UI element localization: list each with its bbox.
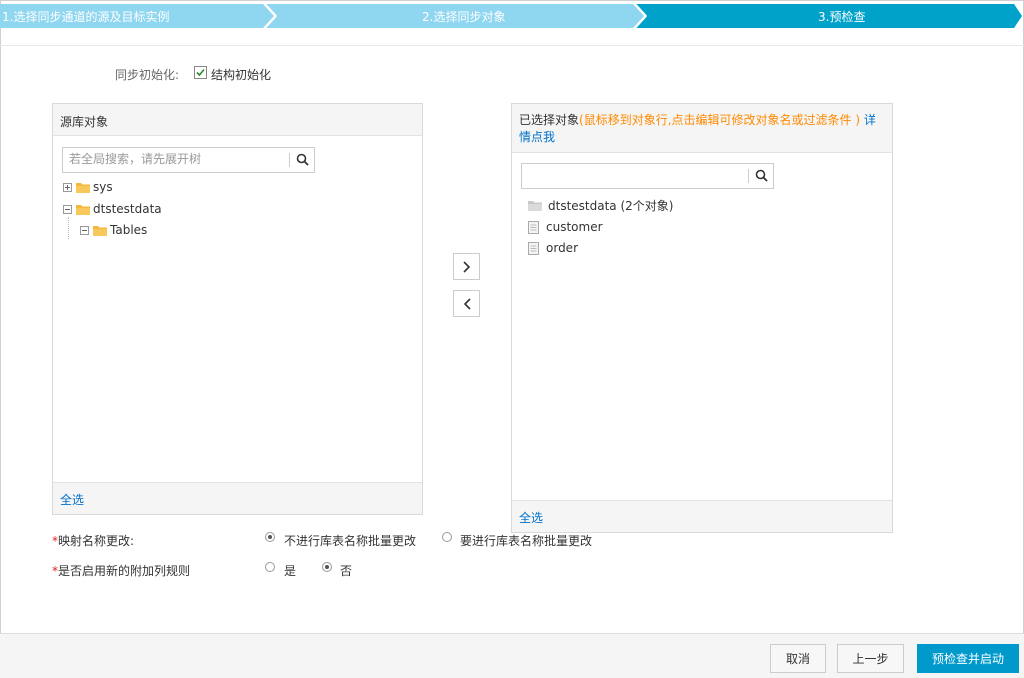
selected-item-customer[interactable]: customer <box>528 219 603 235</box>
move-left-button[interactable] <box>453 290 480 317</box>
selected-objects-panel: 已选择对象(鼠标移到对象行,点击编辑可修改对象名或过滤条件 ) 详情点我 dts… <box>511 103 893 533</box>
tree-node-label: sys <box>93 180 113 194</box>
selected-item-order[interactable]: order <box>528 240 578 256</box>
source-panel-header: 源库对象 <box>53 104 422 136</box>
selected-item-label: order <box>546 241 578 255</box>
footer-bar: 取消 上一步 预检查并启动 <box>0 633 1024 678</box>
selected-panel-header: 已选择对象(鼠标移到对象行,点击编辑可修改对象名或过滤条件 ) 详情点我 <box>512 104 892 153</box>
chevron-right-icon <box>463 261 471 273</box>
chevron-left-icon <box>463 298 471 310</box>
selected-group-dtstestdata[interactable]: dtstestdata (2个对象) <box>528 197 673 213</box>
selected-panel-hint: (鼠标移到对象行,点击编辑可修改对象名或过滤条件 ) <box>579 113 861 127</box>
selected-item-label: customer <box>546 220 603 234</box>
tree-node-tables[interactable]: Tables <box>80 222 147 238</box>
step-1-label: 1.选择同步通道的源及目标实例 <box>2 10 170 24</box>
folder-icon <box>528 200 542 211</box>
selected-group-label: dtstestdata (2个对象) <box>548 198 674 213</box>
search-icon[interactable] <box>296 153 309 166</box>
source-objects-panel: 源库对象 sys dtstestdata Tables <box>52 103 423 515</box>
tree-node-label: Tables <box>110 223 148 237</box>
step-3-label: 3.预检查 <box>818 10 866 24</box>
sync-init-label: 同步初始化: <box>115 68 180 82</box>
source-panel-title: 源库对象 <box>60 115 109 129</box>
step-2-label: 2.选择同步对象 <box>422 10 506 24</box>
table-file-icon <box>528 220 539 234</box>
expand-icon[interactable] <box>63 182 72 192</box>
cancel-button[interactable]: 取消 <box>770 644 826 673</box>
previous-step-button[interactable]: 上一步 <box>837 644 904 673</box>
collapse-icon[interactable] <box>63 204 72 214</box>
source-search-box <box>62 147 315 173</box>
mapping-option-no-change-label: 不进行库表名称批量更改 <box>284 534 417 548</box>
table-file-icon <box>528 241 539 255</box>
mapping-label: *映射名称更改: <box>52 534 135 548</box>
selected-search-box <box>521 163 774 189</box>
extra-column-label: *是否启用新的附加列规则 <box>52 564 191 578</box>
structure-init-checkbox[interactable] <box>194 66 207 79</box>
collapse-icon[interactable] <box>80 225 89 235</box>
wizard-steps: 1.选择同步通道的源及目标实例 2.选择同步对象 3.预检查 <box>0 0 1024 33</box>
tree-node-dtstestdata[interactable]: dtstestdata <box>63 201 162 217</box>
folder-icon <box>76 204 90 215</box>
extra-column-yes-label: 是 <box>284 564 297 578</box>
check-icon <box>196 68 205 77</box>
search-icon[interactable] <box>755 169 768 182</box>
tree-node-label: dtstestdata <box>93 202 162 216</box>
mapping-option-change-label: 要进行库表名称批量更改 <box>460 534 593 548</box>
folder-icon <box>93 225 107 236</box>
source-panel-footer: 全选 <box>53 482 422 514</box>
tree-node-sys[interactable]: sys <box>63 179 113 195</box>
selected-select-all-link[interactable]: 全选 <box>519 509 543 526</box>
folder-icon <box>76 182 90 193</box>
selected-search-input[interactable] <box>522 164 754 186</box>
mapping-option-change-radio[interactable] <box>442 532 452 542</box>
source-search-input[interactable] <box>63 148 295 170</box>
extra-column-no-radio[interactable] <box>322 562 332 572</box>
structure-init-label: 结构初始化 <box>211 68 272 82</box>
selected-panel-title: 已选择对象 <box>519 113 580 127</box>
source-select-all-link[interactable]: 全选 <box>60 491 84 508</box>
extra-column-yes-radio[interactable] <box>265 562 275 572</box>
extra-column-no-label: 否 <box>340 564 353 578</box>
move-right-button[interactable] <box>453 253 480 280</box>
precheck-start-button[interactable]: 预检查并启动 <box>917 644 1019 673</box>
selected-panel-footer: 全选 <box>512 500 892 532</box>
mapping-option-no-change-radio[interactable] <box>265 532 275 542</box>
divider <box>0 45 1024 46</box>
